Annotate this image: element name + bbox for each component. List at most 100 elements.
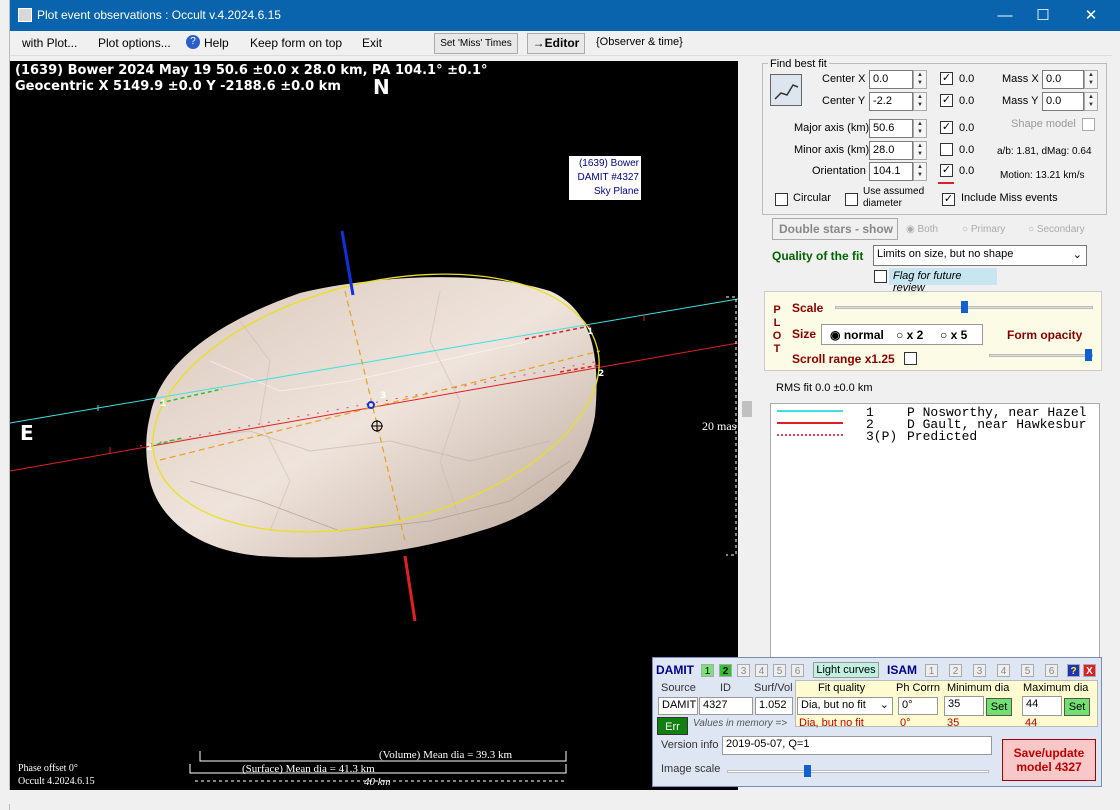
help-icon[interactable]: ? — [186, 35, 200, 49]
center-y-uncertainty: 0.0 — [959, 95, 975, 107]
minor-axis-field[interactable]: 28.0 — [869, 141, 913, 160]
size-radio-group: ◉ normal ○ x 2 ○ x 5 — [821, 324, 983, 345]
orientation-field[interactable]: 104.1 — [869, 162, 913, 181]
plot-side-letter: T — [773, 343, 781, 355]
size-x2-radio[interactable]: ○ x 2 — [896, 328, 923, 342]
radio-secondary[interactable]: ○ Secondary — [1028, 224, 1085, 235]
plot-canvas[interactable]: (1639) Bower 2024 May 19 50.6 ±0.0 x 28.… — [10, 61, 738, 792]
damit-tab[interactable]: 3 — [737, 664, 750, 677]
close-button[interactable]: ✕ — [1068, 0, 1114, 31]
size-normal-radio[interactable]: ◉ normal — [830, 328, 884, 342]
center-x-checkbox[interactable]: ✓ — [940, 72, 953, 85]
menu-with-plot[interactable]: with Plot... — [22, 36, 77, 50]
damit-tab[interactable]: 5 — [773, 664, 786, 677]
chord-label: 2 — [598, 369, 605, 379]
set-min-button[interactable]: Set — [986, 698, 1012, 716]
mass-y-spinner[interactable]: ▲ ▼ — [1084, 92, 1098, 111]
opacity-slider-thumb[interactable] — [1085, 349, 1092, 361]
center-x-field[interactable]: 0.0 — [869, 70, 913, 89]
legend-line-dotted — [777, 434, 843, 436]
help-icon[interactable]: ? — [1067, 664, 1080, 677]
scale-slider-thumb[interactable] — [961, 301, 968, 313]
isam-tab[interactable]: 3 — [973, 664, 986, 677]
version-info-label: Version info — [661, 739, 719, 751]
menu-help[interactable]: Help — [204, 36, 229, 50]
double-stars-button[interactable]: Double stars - show — [772, 218, 898, 240]
use-assumed-checkbox[interactable] — [845, 193, 858, 206]
id-field[interactable]: 4327 — [699, 697, 753, 715]
scroll-range-checkbox[interactable] — [904, 352, 917, 365]
menu-plot-options[interactable]: Plot options... — [98, 36, 171, 50]
flag-review-checkbox[interactable] — [874, 270, 887, 283]
minor-axis-spinner[interactable]: ▲ ▼ — [913, 141, 927, 160]
max-dia-field[interactable]: 44 — [1022, 696, 1062, 716]
save-update-button[interactable]: Save/update model 4327 — [1002, 739, 1096, 781]
set-max-button[interactable]: Set — [1064, 698, 1090, 716]
window-title: Plot event observations : Occult v.4.202… — [37, 8, 281, 22]
mass-y-field[interactable]: 0.0 — [1042, 92, 1084, 111]
size-label: Size — [792, 327, 817, 341]
surfvol-field[interactable]: 1.052 — [755, 697, 793, 715]
damit-tab[interactable]: 6 — [791, 664, 804, 677]
object-label-line: (1639) Bower — [578, 158, 639, 169]
mass-x-label: Mass X — [1002, 73, 1039, 85]
min-dia-field[interactable]: 35 — [944, 696, 984, 716]
damit-tab[interactable]: 4 — [755, 664, 768, 677]
radio-both[interactable]: ◉ Both — [906, 224, 938, 235]
radio-primary[interactable]: ○ Primary — [962, 224, 1005, 235]
shape-model-label: Shape model — [1011, 118, 1076, 130]
opacity-slider[interactable] — [989, 349, 1093, 361]
shape-model-checkbox[interactable] — [1082, 118, 1095, 131]
quality-select[interactable]: Limits on size, but no shape ⌄ — [873, 245, 1087, 266]
isam-tab[interactable]: 2 — [949, 664, 962, 677]
center-x-spinner[interactable]: ▲ ▼ — [913, 70, 927, 89]
minor-axis-checkbox[interactable] — [940, 143, 953, 156]
isam-tab[interactable]: 6 — [1045, 664, 1058, 677]
close-icon[interactable]: X — [1083, 664, 1096, 677]
major-axis-checkbox[interactable]: ✓ — [940, 121, 953, 134]
isam-tab[interactable]: 5 — [1021, 664, 1034, 677]
mass-x-spinner[interactable]: ▲ ▼ — [1084, 70, 1098, 89]
circular-checkbox[interactable] — [775, 193, 788, 206]
source-field[interactable]: DAMIT — [658, 697, 698, 715]
image-scale-slider[interactable] — [727, 765, 989, 777]
chord-label: 3 — [380, 391, 387, 401]
memory-min-dia: 35 — [947, 717, 960, 729]
image-scale-slider-thumb[interactable] — [804, 765, 811, 777]
orientation-spinner[interactable]: ▲ ▼ — [913, 162, 927, 181]
damit-tab[interactable]: 1 — [701, 664, 714, 677]
fit-quality-select[interactable]: Dia, but no fit ⌄ — [797, 697, 893, 715]
isam-tab[interactable]: 4 — [997, 664, 1010, 677]
maximize-button[interactable]: ☐ — [1020, 0, 1066, 31]
err-button[interactable]: Err — [657, 717, 688, 735]
menu-exit[interactable]: Exit — [362, 36, 382, 50]
size-x5-radio[interactable]: ○ x 5 — [940, 328, 967, 342]
scale-slider[interactable] — [835, 301, 1093, 313]
ph-corr-field[interactable]: 0° — [898, 697, 938, 715]
center-x-uncertainty: 0.0 — [959, 73, 975, 85]
use-assumed-label: Use assumed diameter — [863, 186, 925, 209]
light-curves-button[interactable]: Light curves — [813, 662, 879, 678]
phase-offset: Phase offset 0° — [18, 763, 78, 774]
chord-label: 1 — [587, 327, 594, 337]
mass-x-field[interactable]: 0.0 — [1042, 70, 1084, 89]
plot-side-letter: L — [773, 317, 781, 329]
center-x-label: Center X — [822, 73, 866, 85]
center-y-spinner[interactable]: ▲ ▼ — [913, 92, 927, 111]
damit-tab[interactable]: 2 — [719, 664, 732, 677]
center-y-checkbox[interactable]: ✓ — [940, 94, 953, 107]
center-y-field[interactable]: -2.2 — [869, 92, 913, 111]
plot-side-letter: P — [773, 304, 781, 316]
include-miss-checkbox[interactable]: ✓ — [942, 193, 955, 206]
plot-horizontal-scrollbar[interactable] — [0, 790, 756, 804]
major-axis-spinner[interactable]: ▲ ▼ — [913, 119, 927, 138]
best-fit-button[interactable] — [770, 74, 802, 106]
isam-tab[interactable]: 1 — [925, 664, 938, 677]
orientation-checkbox[interactable]: ✓ — [940, 164, 953, 177]
set-miss-times-button[interactable]: Set 'Miss' Times — [434, 33, 518, 54]
editor-button[interactable]: →Editor — [527, 33, 585, 54]
menu-keep-on-top[interactable]: Keep form on top — [250, 36, 342, 50]
scale-label: Scale — [792, 301, 824, 315]
major-axis-field[interactable]: 50.6 — [869, 119, 913, 138]
isam-title: ISAM — [887, 663, 917, 677]
